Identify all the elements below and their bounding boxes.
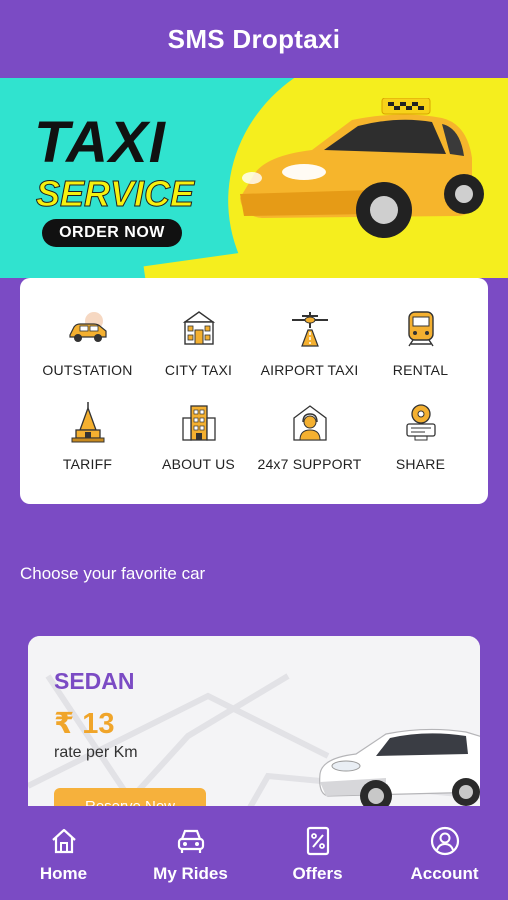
banner-subheadline: SERVICE (35, 173, 195, 214)
home-icon (49, 826, 79, 856)
nav-label: Offers (292, 864, 343, 883)
office-icon (177, 400, 221, 444)
service-airport-taxi[interactable]: AIRPORT TAXI (254, 306, 365, 378)
sedan-car-illustration (319, 728, 480, 812)
temple-icon (66, 400, 110, 444)
car-price: ₹ 13 (54, 708, 115, 740)
train-icon (399, 306, 443, 350)
taxi-car-illustration (240, 98, 484, 238)
service-rental[interactable]: RENTAL (365, 306, 476, 378)
nav-offers[interactable]: Offers (254, 806, 381, 900)
car-front-icon (176, 826, 206, 856)
airplane-icon (288, 306, 332, 350)
nav-my-rides[interactable]: My Rides (127, 806, 254, 900)
share-icon (399, 400, 443, 444)
service-label: CITY TAXI (164, 362, 233, 378)
service-support[interactable]: 24x7 SUPPORT (254, 400, 365, 472)
services-panel: OUTSTATION CITY TAXI AIRPORT TAXI RENTAL… (20, 278, 488, 504)
order-now-button[interactable]: ORDER NOW (42, 219, 182, 247)
service-city-taxi[interactable]: CITY TAXI (143, 306, 254, 378)
promo-banner[interactable]: TAXI SERVICE ORDER NOW (0, 78, 508, 278)
service-label: TARIFF (62, 456, 113, 472)
service-label: 24x7 SUPPORT (257, 456, 362, 472)
service-label: ABOUT US (162, 456, 235, 472)
service-tariff[interactable]: TARIFF (32, 400, 143, 472)
app-bar: SMS Droptaxi (0, 0, 508, 78)
service-share[interactable]: SHARE (365, 400, 476, 472)
nav-account[interactable]: Account (381, 806, 508, 900)
service-label: AIRPORT TAXI (260, 362, 359, 378)
app-title: SMS Droptaxi (167, 23, 341, 54)
account-icon (430, 826, 460, 856)
service-about-us[interactable]: ABOUT US (143, 400, 254, 472)
car-icon (66, 306, 110, 350)
percent-tag-icon (303, 826, 333, 856)
service-outstation[interactable]: OUTSTATION (32, 306, 143, 378)
nav-label: Home (39, 864, 88, 883)
car-type: SEDAN (54, 668, 135, 694)
service-label: RENTAL (392, 362, 449, 378)
support-icon (288, 400, 332, 444)
building-icon (177, 306, 221, 350)
nav-label: Account (410, 864, 479, 883)
service-label: OUTSTATION (42, 362, 133, 378)
bottom-navigation: Home My Rides Offers Account (0, 806, 508, 900)
banner-headline: TAXI (34, 110, 166, 175)
nav-label: My Rides (153, 864, 228, 883)
nav-home[interactable]: Home (0, 806, 127, 900)
section-heading: Choose your favorite car (20, 564, 206, 583)
rate-label: rate per Km (54, 744, 138, 761)
service-label: SHARE (395, 456, 446, 472)
